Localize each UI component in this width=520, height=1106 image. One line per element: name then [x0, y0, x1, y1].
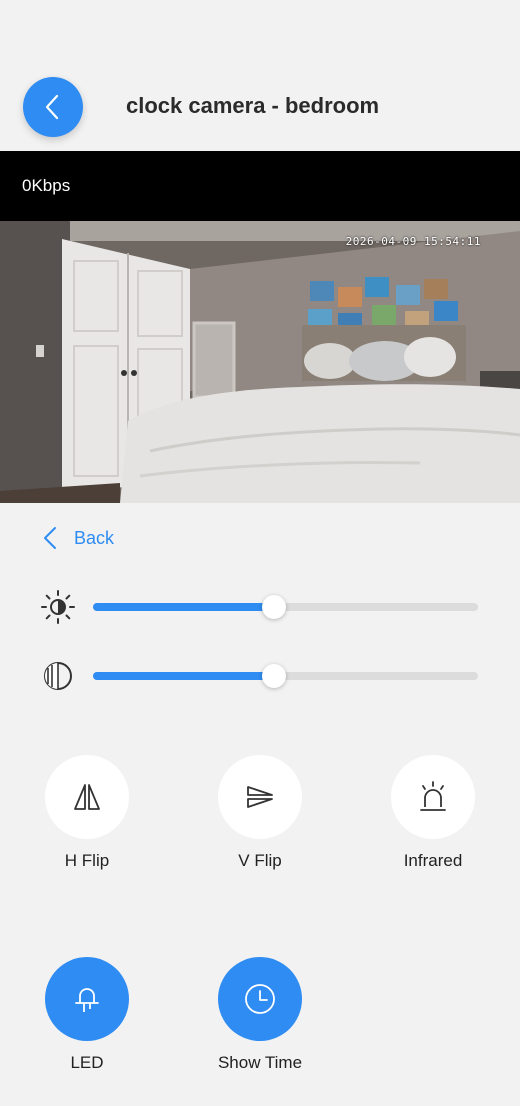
show-time-label: Show Time — [217, 1053, 303, 1072]
led-bulb-icon — [75, 988, 99, 1012]
led-circle — [45, 957, 129, 1041]
v-flip-circle — [218, 755, 302, 839]
camera-frame-image — [0, 221, 520, 503]
contrast-slider[interactable] — [93, 664, 478, 688]
contrast-icon — [44, 662, 72, 690]
brightness-slider-fill — [93, 603, 274, 611]
infrared-label: Infrared — [403, 851, 463, 870]
led-label: LED — [70, 1053, 104, 1072]
video-timestamp: 2026-04-09 15:54:11 — [345, 235, 481, 248]
back-button[interactable] — [23, 77, 83, 137]
brightness-slider-row — [40, 585, 480, 625]
h-flip-circle — [45, 755, 129, 839]
v-flip-label: V Flip — [238, 851, 282, 870]
show-time-button[interactable]: Show Time — [195, 957, 325, 1073]
infrared-alarm-icon — [420, 781, 446, 811]
h-flip-label: H Flip — [64, 851, 110, 870]
bitrate-readout: 0Kbps — [22, 176, 71, 195]
contrast-slider-thumb[interactable] — [261, 664, 286, 688]
brightness-slider[interactable] — [93, 595, 478, 619]
show-time-circle — [218, 957, 302, 1041]
brightness-icon — [41, 590, 75, 624]
infrared-button[interactable]: Infrared — [368, 755, 498, 871]
v-flip-icon — [247, 786, 273, 808]
chevron-left-icon — [45, 94, 59, 120]
h-flip-button[interactable]: H Flip — [22, 755, 152, 871]
camera-video-feed[interactable]: 2026-04-09 15:54:11 — [0, 221, 520, 503]
brightness-slider-thumb[interactable] — [261, 595, 286, 619]
contrast-slider-fill — [93, 672, 274, 680]
header-bar: clock camera - bedroom — [0, 0, 520, 151]
page-title: clock camera - bedroom — [126, 93, 380, 118]
panel-back-link[interactable]: Back — [40, 525, 114, 551]
clock-icon — [245, 984, 275, 1014]
back-label: Back — [74, 527, 115, 548]
h-flip-icon — [74, 784, 100, 810]
v-flip-button[interactable]: V Flip — [195, 755, 325, 871]
contrast-slider-row — [40, 654, 480, 694]
infrared-circle — [391, 755, 475, 839]
led-button[interactable]: LED — [22, 957, 152, 1073]
chevron-left-icon — [44, 527, 56, 549]
stream-info-bar — [0, 151, 520, 221]
